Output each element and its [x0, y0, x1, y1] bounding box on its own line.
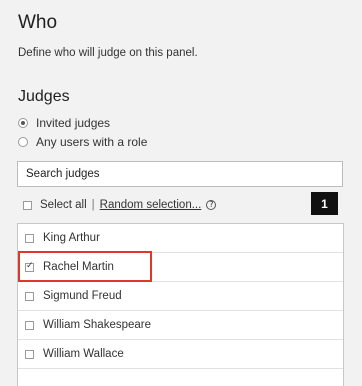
list-item[interactable]: William Wallace: [18, 340, 343, 369]
search-judges-input[interactable]: [17, 161, 343, 187]
judge-checkbox[interactable]: [25, 261, 34, 272]
select-all-label[interactable]: Select all: [40, 199, 87, 211]
list-item[interactable]: King Arthur: [18, 224, 343, 253]
judge-name: William Wallace: [43, 348, 124, 360]
judge-name: Sigmund Freud: [43, 290, 122, 302]
any-users-role-radio[interactable]: [18, 137, 28, 147]
any-users-role-option[interactable]: Any users with a role: [18, 135, 147, 149]
selected-count-badge: 1: [311, 192, 338, 215]
invited-judges-option[interactable]: Invited judges: [18, 116, 110, 130]
judge-name: William Shakespeare: [43, 319, 152, 331]
page-title: Who: [18, 12, 58, 33]
judge-checkbox[interactable]: [25, 291, 34, 301]
separator: |: [91, 199, 95, 211]
judges-list: King Arthur Rachel Martin Sigmund Freud …: [17, 223, 344, 386]
help-icon[interactable]: ?: [206, 200, 217, 210]
page-description: Define who will judge on this panel.: [18, 47, 198, 59]
list-item[interactable]: Sigmund Freud: [18, 282, 343, 311]
invited-judges-radio[interactable]: [18, 118, 28, 128]
select-all-checkbox[interactable]: [23, 200, 32, 210]
invited-judges-label: Invited judges: [36, 116, 111, 130]
any-users-role-label: Any users with a role: [36, 135, 148, 149]
judges-section-title: Judges: [18, 88, 70, 105]
judge-checkbox[interactable]: [25, 320, 34, 330]
list-item[interactable]: William Shakespeare: [18, 311, 343, 340]
judge-name: King Arthur: [43, 232, 100, 244]
random-selection-link[interactable]: Random selection...: [100, 199, 202, 211]
judge-checkbox[interactable]: [25, 349, 34, 359]
select-controls: Select all | Random selection... ?: [23, 199, 217, 211]
judge-checkbox[interactable]: [25, 233, 34, 243]
judge-name: Rachel Martin: [43, 261, 114, 273]
list-item[interactable]: Rachel Martin: [18, 253, 343, 282]
